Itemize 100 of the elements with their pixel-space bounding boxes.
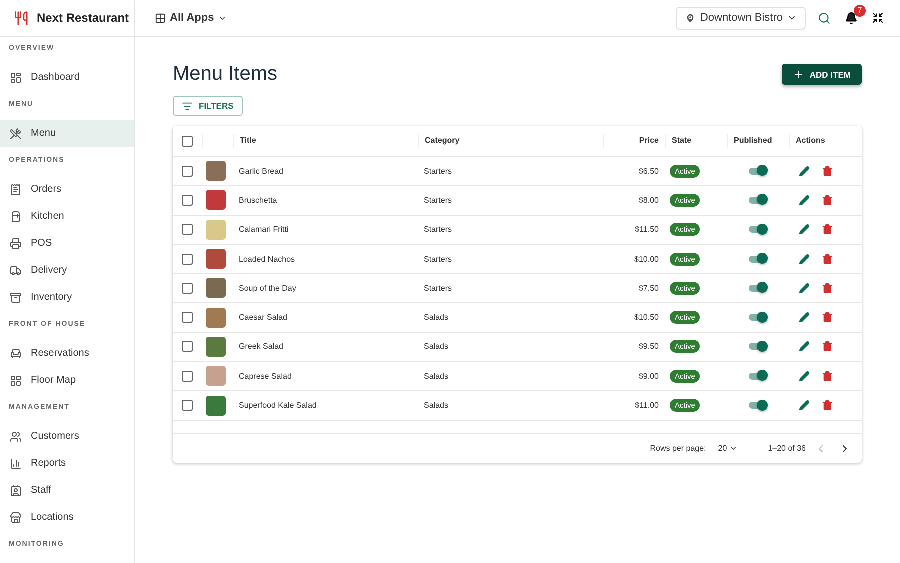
table-cell-text: $9.50 [638,342,660,352]
table-cell-text: Bruschetta [238,196,278,205]
table-cell-text: Starters [423,254,454,264]
all-apps-button[interactable]: All Apps [153,10,230,26]
table-cell-text: Salads [423,372,450,381]
table-cell-text: $7.50 [638,284,660,293]
filters-button[interactable]: FILTERS [173,96,243,116]
delete-icon[interactable] [820,164,835,179]
nav-item[interactable]: Inventory [0,284,134,311]
published-toggle[interactable] [749,284,767,292]
page-title: Menu Items [173,63,278,86]
apps-grid-icon [155,12,166,24]
photo-placeholder [206,220,226,240]
rows-per-page-select[interactable]: 20 [712,443,744,454]
published-toggle[interactable] [749,372,767,380]
utensils-icon [10,128,22,140]
delete-icon[interactable] [820,192,835,208]
column-header[interactable]: Actions [789,134,862,148]
published-toggle[interactable] [749,343,767,350]
nav-item[interactable]: Reports [0,450,134,477]
select-all-checkbox[interactable] [182,136,193,146]
bell-icon[interactable] [843,10,860,26]
photo-placeholder [206,278,226,298]
photo-placeholder [206,190,226,210]
published-toggle[interactable] [749,314,767,322]
table-cell-text: Salads [423,401,450,410]
photo-placeholder [206,336,226,357]
table-cell-text: Starters [423,196,454,205]
nav-item[interactable]: POS [0,230,134,257]
nav-item[interactable]: Delivery [0,257,134,284]
photo-placeholder [206,396,226,416]
table-cell-text: Caprese Salad [238,372,293,381]
delete-icon[interactable] [820,280,835,296]
table-cell-text: Greek Salad [238,342,284,352]
map-pin-icon [685,12,696,24]
row-checkbox[interactable] [182,194,193,206]
published-toggle[interactable] [749,256,767,263]
add-item-button[interactable]: ADD ITEM [782,64,862,85]
row-checkbox[interactable] [182,166,193,177]
row-checkbox[interactable] [182,341,193,352]
published-toggle[interactable] [749,196,767,204]
bar-chart-icon [10,458,22,470]
fridge-icon [10,210,22,222]
published-toggle[interactable] [749,226,767,234]
edit-icon[interactable] [797,339,812,354]
delete-icon[interactable] [820,339,835,354]
table-cell-text: Starters [423,284,454,293]
nav-item[interactable]: Reservations [0,340,134,367]
delete-icon[interactable] [820,252,835,267]
edit-icon[interactable] [797,192,812,208]
published-toggle[interactable] [749,168,767,175]
plus-icon [792,69,804,80]
row-checkbox[interactable] [182,282,193,294]
edit-icon[interactable] [797,222,812,238]
nav-item[interactable]: Dashboard [0,64,134,91]
column-header[interactable]: Category [418,134,603,148]
nav-item[interactable]: Customers [0,423,134,450]
nav-item[interactable]: Locations [0,504,134,531]
published-toggle[interactable] [749,402,767,410]
collapse-icon[interactable] [870,10,886,26]
edit-icon[interactable] [797,164,812,179]
photo-placeholder [206,366,226,386]
chair-icon [10,348,22,360]
delete-icon[interactable] [820,368,835,384]
table-cell-text: Starters [423,225,454,234]
table-cell-text: $10.50 [634,313,660,322]
row-checkbox[interactable] [182,224,193,236]
nav-item[interactable]: Orders [0,176,134,203]
row-checkbox[interactable] [182,312,193,324]
row-checkbox[interactable] [182,400,193,412]
receipt-icon [10,184,22,196]
delete-icon[interactable] [820,398,835,414]
column-header[interactable]: Price [603,134,665,148]
delete-icon[interactable] [820,222,835,238]
delete-icon[interactable] [820,310,835,326]
table-cell-text: $9.00 [638,372,660,381]
nav-item[interactable]: Menu [0,120,134,147]
location-selector[interactable]: Downtown Bistro [676,6,806,30]
page-range: 1–20 of 36 [768,444,806,453]
grid-icon [10,374,22,386]
id-card-icon [10,484,22,496]
row-checkbox[interactable] [182,370,193,382]
nav-item[interactable]: Staff [0,477,134,504]
edit-icon[interactable] [797,398,812,414]
column-header[interactable]: State [665,134,727,148]
table-cell-text: Salads [423,342,450,352]
edit-icon[interactable] [797,310,812,326]
column-header[interactable]: Title [233,134,418,148]
edit-icon[interactable] [797,368,812,384]
column-header[interactable]: Published [727,134,789,148]
notification-badge: 7 [854,4,866,16]
caret-icon [729,444,738,453]
row-checkbox[interactable] [182,254,193,265]
brand-name: Next Restaurant [37,11,130,25]
edit-icon[interactable] [797,280,812,296]
nav-item[interactable]: Floor Map [0,367,134,394]
nav-item[interactable]: Kitchen [0,203,134,230]
edit-icon[interactable] [797,252,812,267]
table-cell-text: Garlic Bread [238,166,284,176]
table-cell-text: Starters [423,166,454,176]
